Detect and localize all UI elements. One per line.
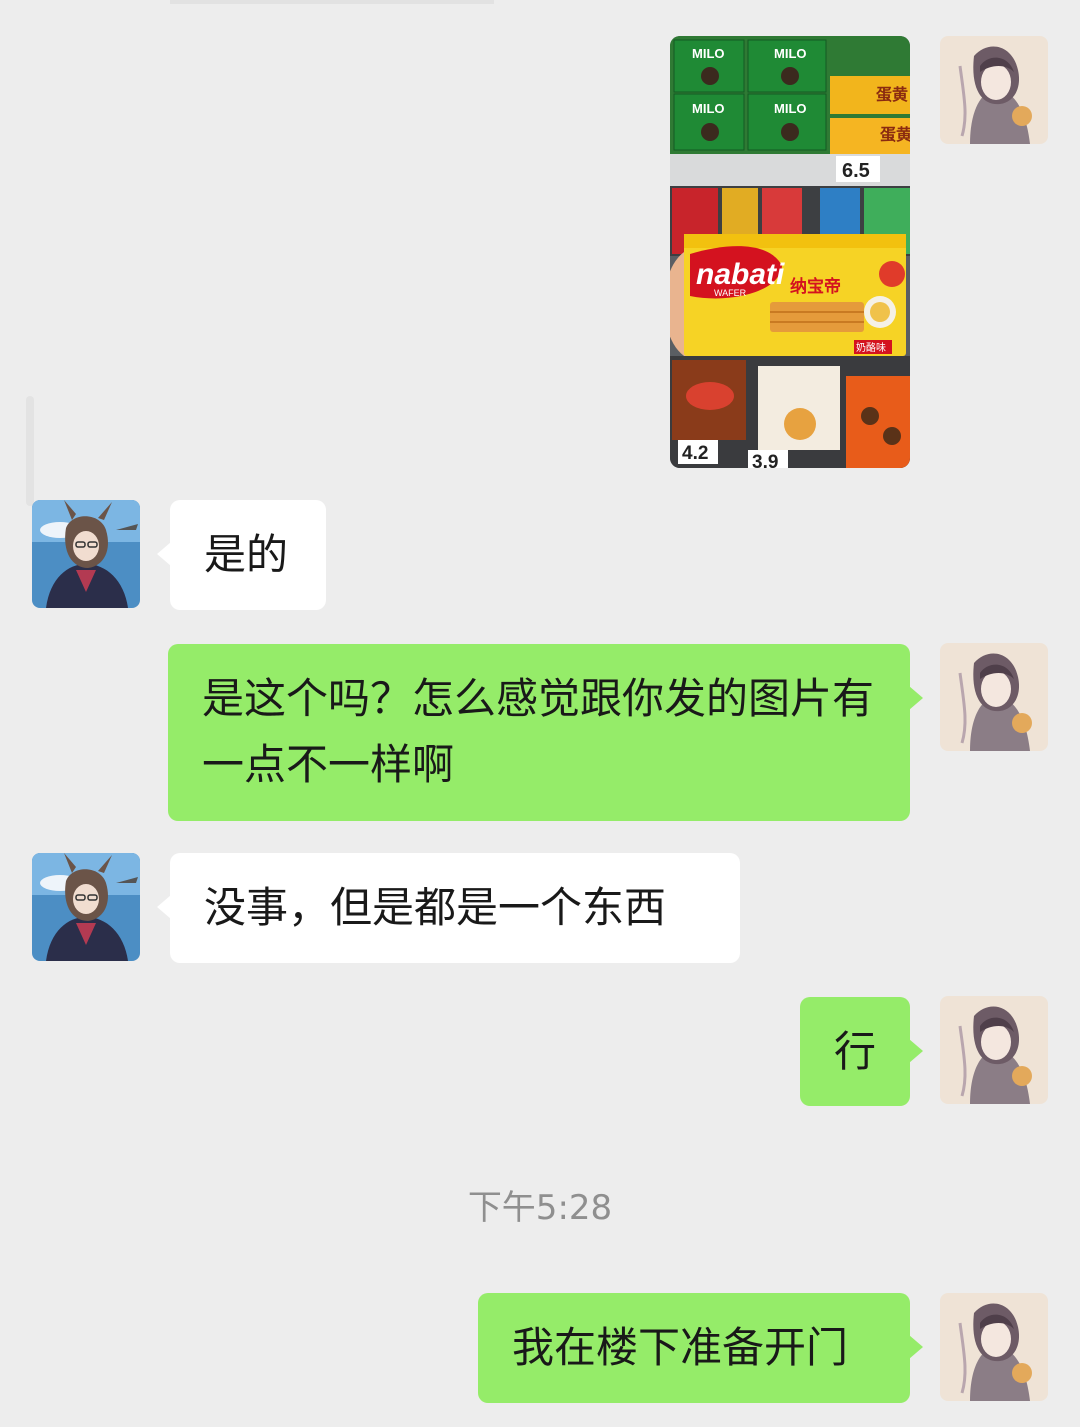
- message-bubble[interactable]: 是这个吗？怎么感觉跟你发的图片有一点不一样啊: [168, 644, 923, 821]
- brand-sub-text: WAFER: [714, 288, 747, 298]
- self-avatar[interactable]: [940, 996, 1048, 1104]
- brand-text: nabati: [696, 258, 785, 291]
- scrollbar[interactable]: [26, 396, 34, 506]
- self-avatar-image: [940, 1293, 1048, 1401]
- shelf-label: 蛋黄: [876, 85, 908, 104]
- self-avatar[interactable]: [940, 1293, 1048, 1401]
- message-bubble[interactable]: 行: [800, 997, 923, 1106]
- message-bubble[interactable]: 是的: [157, 500, 326, 610]
- milo-label: MILO: [692, 46, 725, 61]
- message-bubble[interactable]: 我在楼下准备开门: [478, 1293, 923, 1403]
- message-timestamp: 下午5:28: [467, 1188, 613, 1228]
- previous-message-edge: [170, 0, 494, 4]
- self-avatar-image: [940, 643, 1048, 751]
- message-bubble[interactable]: 没事，但是都是一个东西: [157, 853, 740, 963]
- contact-avatar[interactable]: [32, 853, 140, 961]
- shelf-label: 蛋黄: [880, 125, 910, 144]
- product-photo-message[interactable]: MILO MILO MILO MILO 蛋黄 蛋黄 6.5 nabati WAF…: [670, 36, 910, 468]
- price-tag: 3.9: [752, 452, 778, 468]
- price-tag: 4.2: [682, 443, 708, 464]
- contact-avatar-image: [32, 853, 140, 961]
- chat-screen: MILO MILO MILO MILO 蛋黄 蛋黄 6.5 nabati WAF…: [0, 0, 1080, 1427]
- contact-avatar[interactable]: [32, 500, 140, 608]
- flavor-tag: 奶酪味: [856, 341, 886, 354]
- self-avatar-image: [940, 996, 1048, 1104]
- self-avatar[interactable]: [940, 36, 1048, 144]
- product-name-text: 纳宝帝: [790, 276, 841, 297]
- milo-label: MILO: [774, 101, 807, 116]
- product-photo: MILO MILO MILO MILO 蛋黄 蛋黄 6.5 nabati WAF…: [670, 36, 910, 468]
- milo-label: MILO: [692, 101, 725, 116]
- self-avatar-image: [940, 36, 1048, 144]
- self-avatar[interactable]: [940, 643, 1048, 751]
- milo-label: MILO: [774, 46, 807, 61]
- contact-avatar-image: [32, 500, 140, 608]
- price-tag: 6.5: [842, 160, 870, 182]
